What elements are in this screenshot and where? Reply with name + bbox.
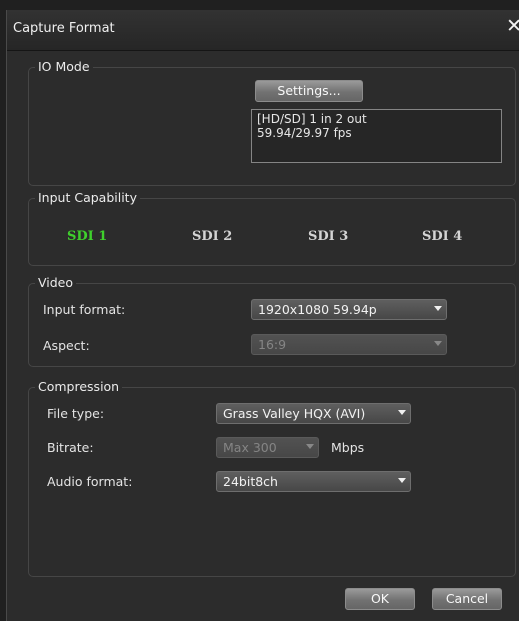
- bitrate-unit: Mbps: [331, 440, 365, 455]
- input-format-label: Input format:: [43, 302, 126, 317]
- input-format-select[interactable]: 1920x1080 59.94p: [251, 299, 447, 320]
- file-type-value: Grass Valley HQX (AVI): [223, 406, 366, 421]
- sdi-1-tab[interactable]: SDI 1: [67, 229, 107, 244]
- io-mode-info-line: 59.94/29.97 fps: [257, 126, 352, 140]
- aspect-label: Aspect:: [43, 338, 90, 353]
- io-mode-info-line: [HD/SD] 1 in 2 out: [257, 112, 367, 126]
- input-capability-group: Input Capability SDI 1 SDI 2 SDI 3 SDI 4: [28, 190, 516, 266]
- sdi-3-tab[interactable]: SDI 3: [308, 229, 348, 244]
- chevron-down-icon: [306, 444, 314, 449]
- bitrate-value: Max 300: [223, 440, 277, 455]
- audio-format-value: 24bit8ch: [223, 474, 278, 489]
- video-group: Video Input format: 1920x1080 59.94p Asp…: [28, 275, 516, 367]
- io-mode-group: IO Mode Settings... [HD/SD] 1 in 2 out 5…: [28, 59, 516, 186]
- title-bar[interactable]: Capture Format ✕: [7, 10, 519, 51]
- settings-button[interactable]: Settings...: [255, 80, 363, 102]
- chevron-down-icon: [434, 306, 442, 311]
- input-format-value: 1920x1080 59.94p: [258, 302, 377, 317]
- compression-legend: Compression: [35, 379, 123, 395]
- input-capability-legend: Input Capability: [35, 190, 140, 206]
- file-type-select[interactable]: Grass Valley HQX (AVI): [216, 403, 411, 424]
- sdi-2-tab[interactable]: SDI 2: [192, 229, 232, 244]
- aspect-value: 16:9: [258, 337, 287, 352]
- chevron-down-icon: [398, 478, 406, 483]
- chevron-down-icon: [434, 341, 442, 346]
- aspect-select: 16:9: [251, 334, 447, 355]
- audio-format-select[interactable]: 24bit8ch: [216, 471, 411, 492]
- audio-format-label: Audio format:: [47, 474, 133, 489]
- bitrate-select: Max 300: [216, 437, 319, 458]
- io-mode-info: [HD/SD] 1 in 2 out 59.94/29.97 fps: [251, 109, 502, 163]
- bitrate-label: Bitrate:: [47, 440, 94, 455]
- compression-group: Compression File type: Grass Valley HQX …: [28, 379, 516, 577]
- ok-button[interactable]: OK: [345, 588, 415, 610]
- io-mode-legend: IO Mode: [35, 59, 93, 75]
- cancel-button[interactable]: Cancel: [432, 588, 502, 610]
- close-icon[interactable]: ✕: [506, 16, 519, 36]
- chevron-down-icon: [398, 410, 406, 415]
- sdi-4-tab[interactable]: SDI 4: [422, 229, 462, 244]
- file-type-label: File type:: [47, 406, 105, 421]
- video-legend: Video: [35, 275, 77, 291]
- dialog-title: Capture Format: [13, 21, 115, 36]
- capture-format-dialog: Capture Format ✕ IO Mode Settings... [HD…: [6, 10, 519, 621]
